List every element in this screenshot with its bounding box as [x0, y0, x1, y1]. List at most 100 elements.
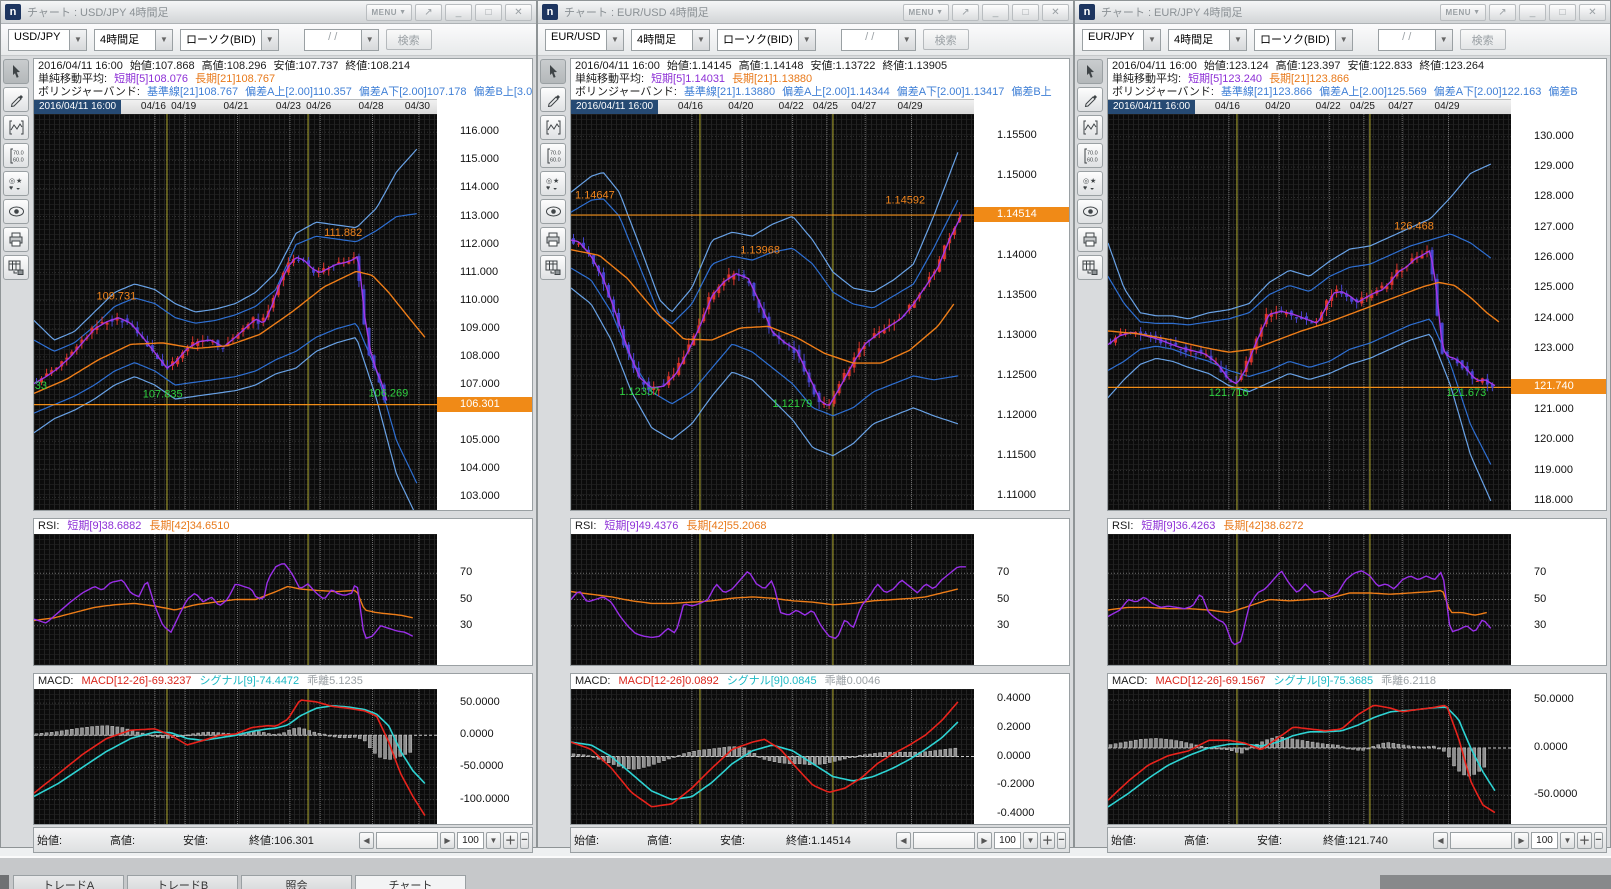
date-input[interactable]: / /▼: [1378, 29, 1453, 51]
cursor-tool-button[interactable]: [1077, 59, 1103, 84]
macd-chart[interactable]: [34, 689, 437, 824]
timeframe-select[interactable]: 4時間足▼: [631, 29, 710, 51]
tab-inquiry[interactable]: 照会: [241, 875, 352, 889]
symbols-tool-button[interactable]: ◎★♥◒: [540, 171, 566, 196]
eye-visibility-tool-button[interactable]: [540, 199, 566, 224]
scroll-right-button[interactable]: ▶: [440, 832, 455, 849]
price-scale-tool-button[interactable]: 70.060.0: [3, 143, 29, 168]
indicator-chart-tool-button[interactable]: [3, 115, 29, 140]
date-axis: 2016/04/11 16:00 04/1604/2004/2204/2504/…: [1108, 99, 1511, 114]
print-tool-button[interactable]: [1077, 227, 1103, 252]
rsi-chart[interactable]: [1108, 534, 1511, 665]
bar-count-dropdown[interactable]: ▼: [1560, 832, 1575, 849]
print-tool-button[interactable]: [540, 227, 566, 252]
indicator-chart-tool-button[interactable]: [1077, 115, 1103, 140]
pair-select[interactable]: EUR/USD▼: [545, 29, 624, 51]
indicator-chart-tool-button[interactable]: [540, 115, 566, 140]
charttype-select[interactable]: ローソク(BID)▼: [180, 29, 279, 51]
date-input[interactable]: / /▼: [304, 29, 379, 51]
price-chart[interactable]: 109.731111.88233107.835106.269: [34, 114, 437, 510]
current-price-badge: 106.301: [437, 397, 532, 412]
price-scale-tool-button[interactable]: 70.060.0: [1077, 143, 1103, 168]
rsi-tick: 50: [1511, 593, 1606, 606]
scroll-left-button[interactable]: ◀: [1433, 832, 1448, 849]
date-input[interactable]: / /▼: [841, 29, 916, 51]
scrollbar[interactable]: [1450, 832, 1512, 849]
maximize-button[interactable]: □: [1012, 4, 1039, 21]
macd-chart[interactable]: [571, 689, 974, 824]
pencil-tool-button[interactable]: [540, 87, 566, 112]
menu-button[interactable]: MENU▼: [903, 4, 949, 21]
maximize-button[interactable]: □: [475, 4, 502, 21]
scroll-left-button[interactable]: ◀: [359, 832, 374, 849]
minimize-button[interactable]: _: [1519, 4, 1546, 21]
close-button[interactable]: ✕: [1042, 4, 1069, 21]
price-scale-tool-button[interactable]: 70.060.0: [540, 143, 566, 168]
date-tick: 04/21: [224, 100, 249, 114]
zoom-in-button[interactable]: ＋: [1040, 832, 1055, 849]
close-button[interactable]: ✕: [505, 4, 532, 21]
scrollbar[interactable]: [376, 832, 438, 849]
popout-button[interactable]: ↗: [952, 4, 979, 21]
eye-visibility-tool-button[interactable]: [1077, 199, 1103, 224]
scrollbar[interactable]: [913, 832, 975, 849]
search-button[interactable]: 検索: [386, 29, 432, 50]
minimize-button[interactable]: _: [445, 4, 472, 21]
search-button[interactable]: 検索: [1460, 29, 1506, 50]
window-titlebar[interactable]: n チャート : EUR/USD 4時間足 MENU▼ ↗ _ □ ✕: [538, 1, 1073, 24]
timeframe-select[interactable]: 4時間足▼: [1168, 29, 1247, 51]
rsi-chart[interactable]: [571, 534, 974, 665]
timeframe-select-value: 4時間足: [632, 30, 692, 50]
scroll-left-button[interactable]: ◀: [896, 832, 911, 849]
data-export-tool-button[interactable]: [540, 255, 566, 280]
symbols-tool-button[interactable]: ◎★♥◒: [1077, 171, 1103, 196]
maximize-button[interactable]: □: [1549, 4, 1576, 21]
scroll-right-button[interactable]: ▶: [977, 832, 992, 849]
macd-chart[interactable]: [1108, 689, 1511, 824]
popout-button[interactable]: ↗: [1489, 4, 1516, 21]
date-tick: 04/22: [779, 100, 804, 114]
search-button[interactable]: 検索: [923, 29, 969, 50]
zoom-out-button[interactable]: −: [1057, 832, 1066, 849]
price-tick: 103.000: [437, 490, 532, 503]
zoom-out-button[interactable]: −: [1594, 832, 1603, 849]
svg-text:◒: ◒: [553, 185, 557, 191]
close-button[interactable]: ✕: [1579, 4, 1606, 21]
price-chart[interactable]: 126.468121.716121.673: [1108, 114, 1511, 510]
data-export-tool-button[interactable]: [3, 255, 29, 280]
cursor-tool-button[interactable]: [3, 59, 29, 84]
print-tool-button[interactable]: [3, 227, 29, 252]
tab-trade-a[interactable]: トレードA: [13, 875, 124, 889]
menu-button[interactable]: MENU▼: [1440, 4, 1486, 21]
menu-button[interactable]: MENU▼: [366, 4, 412, 21]
popout-button[interactable]: ↗: [415, 4, 442, 21]
zoom-in-button[interactable]: ＋: [1577, 832, 1592, 849]
price-chart[interactable]: 1.146471.145921.139681.123371.12179: [571, 114, 974, 510]
charttype-select[interactable]: ローソク(BID)▼: [1254, 29, 1353, 51]
minimize-button[interactable]: _: [982, 4, 1009, 21]
eye-visibility-tool-button[interactable]: [3, 199, 29, 224]
cursor-tool-button[interactable]: [540, 59, 566, 84]
scroll-right-button[interactable]: ▶: [1514, 832, 1529, 849]
pencil-tool-button[interactable]: [3, 87, 29, 112]
charttype-select[interactable]: ローソク(BID)▼: [717, 29, 816, 51]
symbols-tool-button[interactable]: ◎★♥◒: [3, 171, 29, 196]
bar-count-dropdown[interactable]: ▼: [1023, 832, 1038, 849]
date-tick: 04/28: [359, 100, 384, 114]
tab-trade-b[interactable]: トレードB: [127, 875, 238, 889]
timeframe-select[interactable]: 4時間足▼: [94, 29, 173, 51]
tab-chart[interactable]: チャート: [355, 875, 466, 889]
pair-select[interactable]: USD/JPY▼: [8, 29, 87, 51]
zoom-out-button[interactable]: −: [520, 832, 529, 849]
window-titlebar[interactable]: n チャート : USD/JPY 4時間足 MENU▼ ↗ _ □ ✕: [1, 1, 536, 24]
zoom-in-button[interactable]: ＋: [503, 832, 518, 849]
chevron-down-icon: ▼: [1143, 30, 1160, 50]
svg-text:60.0: 60.0: [13, 157, 24, 163]
data-export-tool-button[interactable]: [1077, 255, 1103, 280]
window-titlebar[interactable]: n チャート : EUR/JPY 4時間足 MENU▼ ↗ _ □ ✕: [1075, 1, 1610, 24]
bar-count-dropdown[interactable]: ▼: [486, 832, 501, 849]
rsi-chart[interactable]: [34, 534, 437, 665]
price-tick: 1.11000: [974, 489, 1069, 502]
pair-select[interactable]: EUR/JPY▼: [1082, 29, 1161, 51]
pencil-tool-button[interactable]: [1077, 87, 1103, 112]
